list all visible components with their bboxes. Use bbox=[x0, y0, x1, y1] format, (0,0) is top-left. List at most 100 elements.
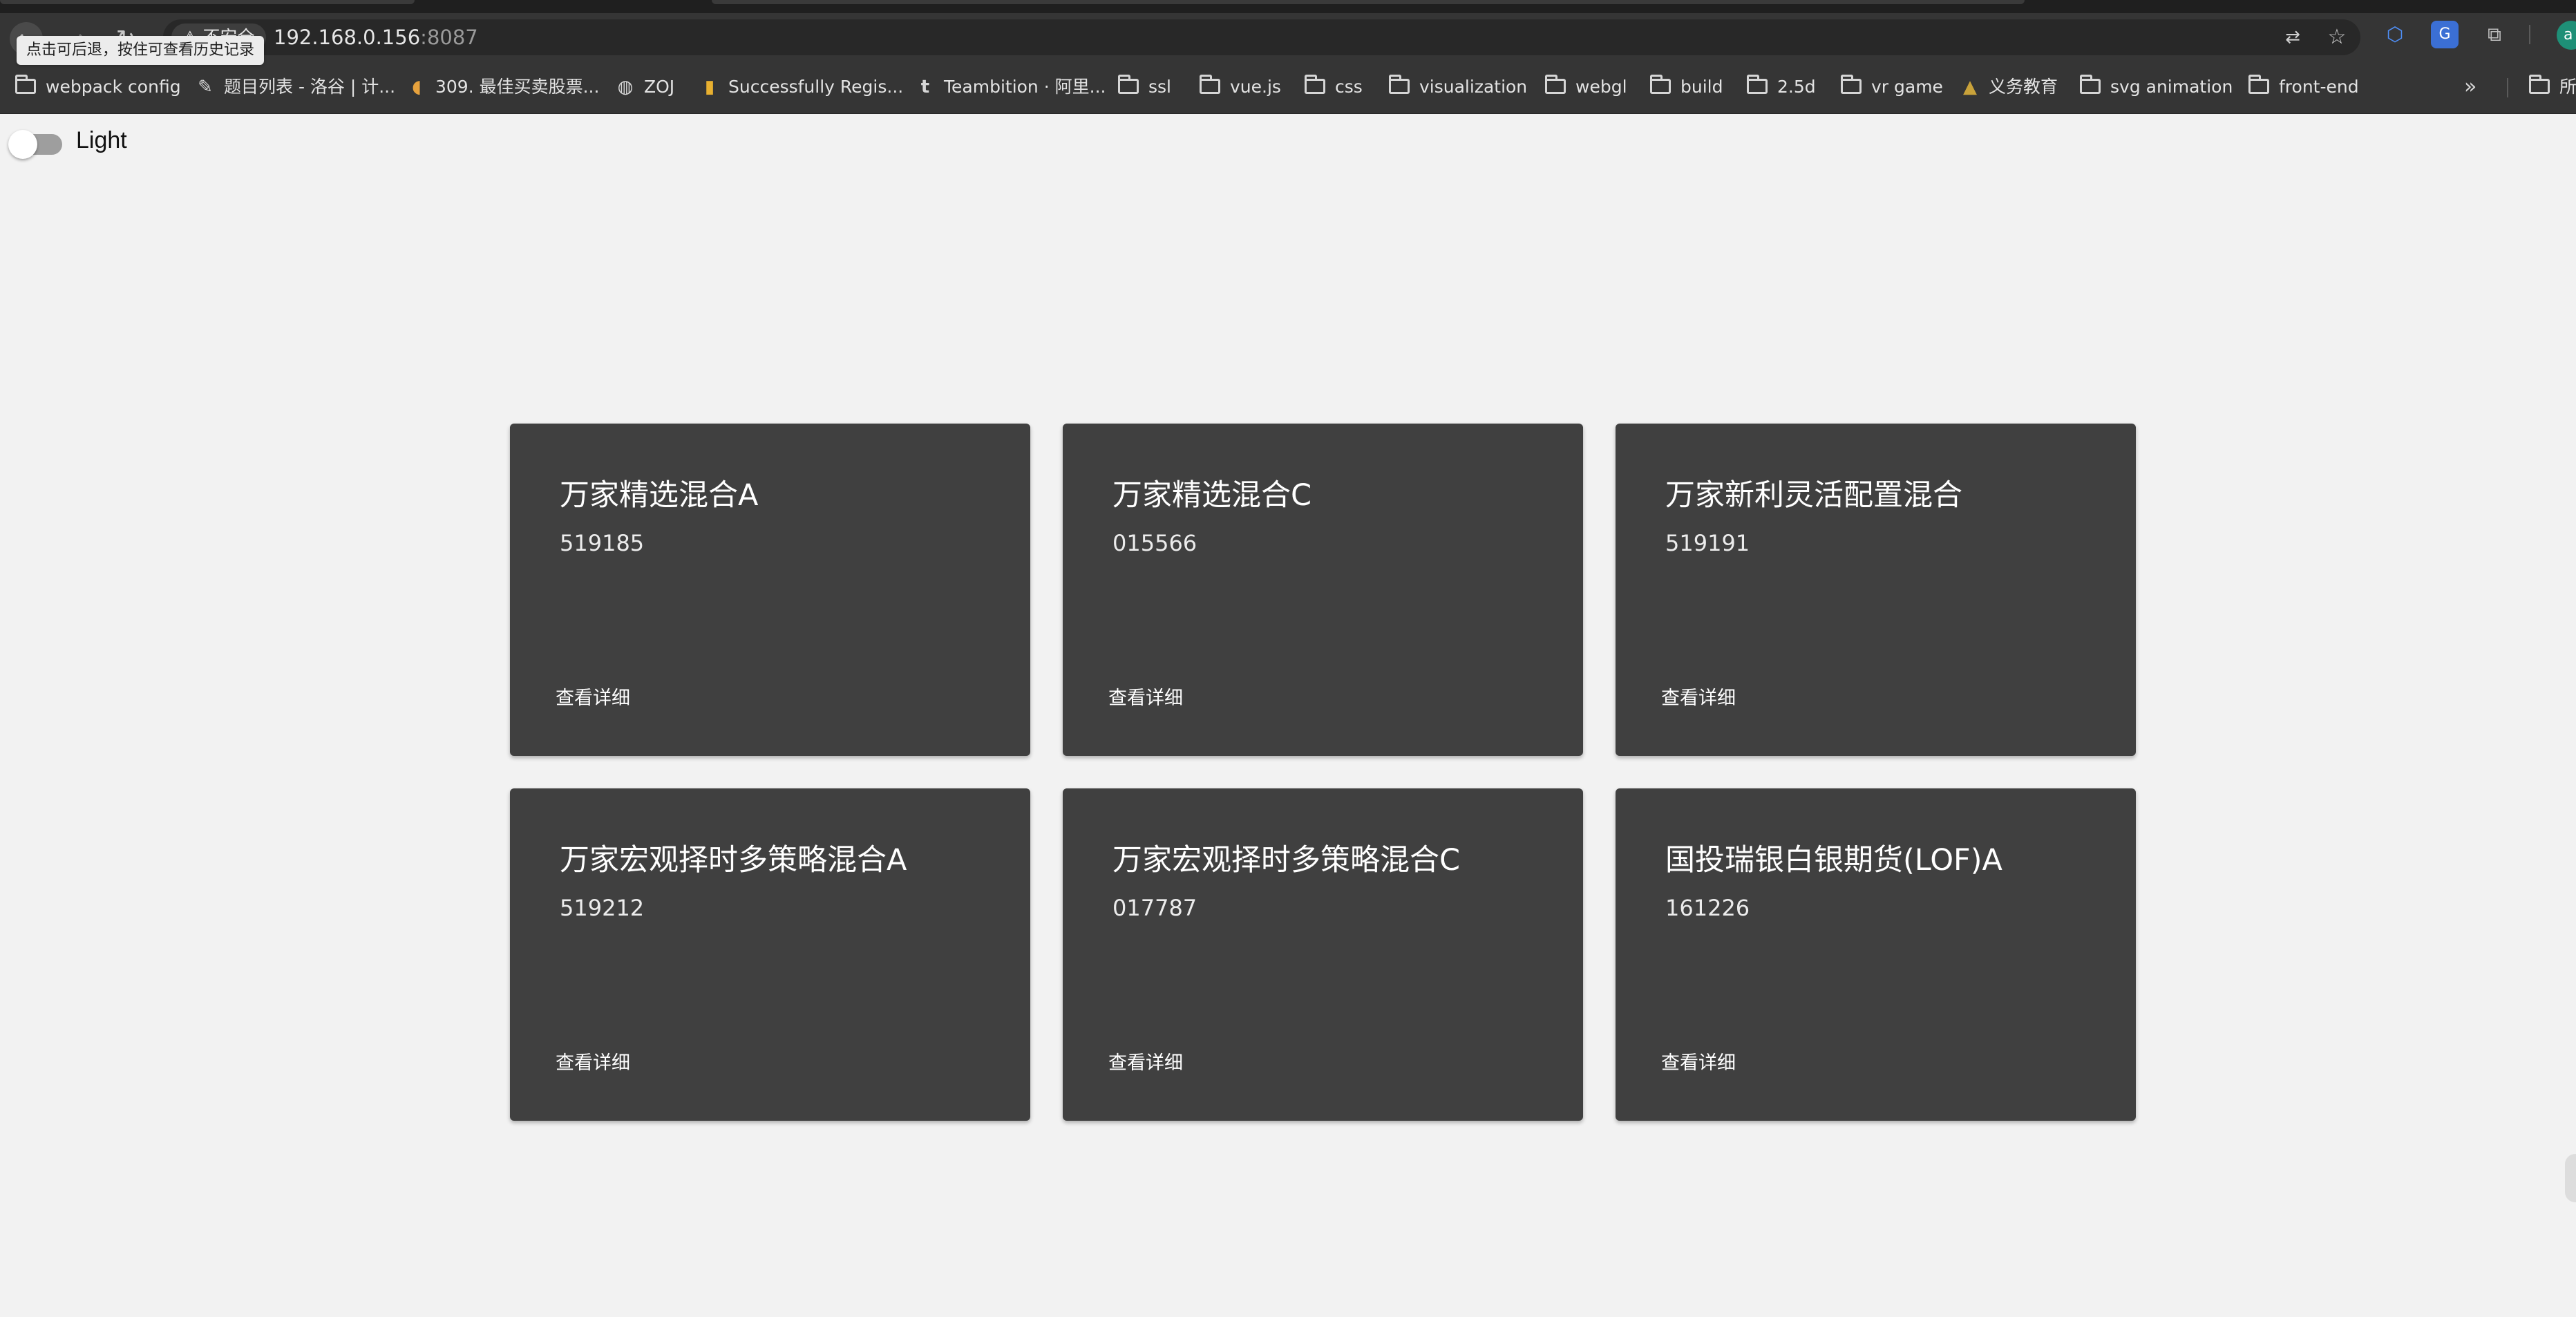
bookmark-item[interactable]: css bbox=[1305, 60, 1363, 114]
bookmark-label: ZOJ bbox=[644, 77, 675, 97]
star-icon[interactable]: ☆ bbox=[2324, 25, 2349, 50]
profile-avatar[interactable]: a bbox=[2557, 21, 2576, 50]
fund-card: 万家精选混合A 519185 查看详细 bbox=[510, 424, 1030, 756]
bookmark-item[interactable]: front-end bbox=[2248, 60, 2359, 114]
scroll-edge-indicator bbox=[2565, 1154, 2576, 1202]
fund-name: 万家精选混合A bbox=[560, 478, 759, 513]
bookmark-item[interactable]: build bbox=[1650, 60, 1723, 114]
theme-toggle-label: Light bbox=[76, 127, 127, 153]
view-details-button[interactable]: 查看详细 bbox=[547, 1044, 638, 1083]
bookmark-item[interactable]: visualization bbox=[1389, 60, 1527, 114]
folder-icon bbox=[1747, 75, 1768, 94]
url-text[interactable]: 192.168.0.156:8087 bbox=[274, 19, 478, 55]
bookmark-label: webgl bbox=[1575, 77, 1627, 97]
bookmarks-bar: webpack config ✎ 题目列表 - 洛谷 | 计... ◖ 309. 最… bbox=[0, 60, 2576, 114]
tab-edge[interactable] bbox=[0, 0, 415, 4]
luogu-favicon-icon: ✎ bbox=[198, 77, 213, 97]
bookmark-item[interactable]: ◖ 309. 最佳买卖股票... bbox=[405, 60, 599, 114]
url-host: 192.168.0.156 bbox=[274, 26, 421, 49]
fund-card: 万家新利灵活配置混合 519191 查看详细 bbox=[1616, 424, 2136, 756]
bookmark-item[interactable]: ssl bbox=[1118, 60, 1171, 114]
bookmark-item[interactable]: svg animation bbox=[2080, 60, 2233, 114]
folder-icon bbox=[1841, 75, 1862, 94]
fund-code: 519185 bbox=[560, 530, 645, 556]
bookmark-label: vr game bbox=[1871, 77, 1943, 97]
address-bar[interactable]: ⚠不安全 192.168.0.156:8087 ⇄ ☆ bbox=[163, 19, 2360, 55]
folder-icon bbox=[2529, 75, 2550, 94]
bookmark-label: css bbox=[1335, 77, 1363, 97]
chevron-double-right-icon[interactable]: » bbox=[2464, 60, 2476, 114]
bookmark-item[interactable]: webgl bbox=[1545, 60, 1627, 114]
translate-icon[interactable]: ⇄ bbox=[2280, 25, 2305, 50]
hat-favicon-icon: ▲ bbox=[1963, 77, 1977, 97]
fund-card-grid: 万家精选混合A 519185 查看详细 万家精选混合C 015566 查看详细 … bbox=[510, 424, 2136, 1121]
folder-icon bbox=[1200, 75, 1220, 94]
bookmark-label: svg animation bbox=[2110, 77, 2233, 97]
globe-icon: ◍ bbox=[617, 77, 634, 97]
folder-icon bbox=[1118, 75, 1139, 94]
tab-strip bbox=[0, 0, 2576, 13]
bookmark-label: visualization bbox=[1419, 77, 1528, 97]
bar-chart-favicon-icon: ▮ bbox=[704, 77, 715, 97]
fund-code: 519212 bbox=[560, 895, 645, 921]
fund-code: 017787 bbox=[1112, 895, 1197, 921]
fund-name: 万家新利灵活配置混合 bbox=[1665, 478, 1962, 513]
back-tooltip: 点击可后退，按住可查看历史记录 bbox=[17, 36, 265, 65]
bookmark-item[interactable]: 2.5d bbox=[1747, 60, 1816, 114]
folder-icon bbox=[2248, 75, 2269, 94]
fund-card: 国投瑞银白银期货(LOF)A 161226 查看详细 bbox=[1616, 788, 2136, 1121]
fund-code: 161226 bbox=[1665, 895, 1750, 921]
bookmark-label: 309. 最佳买卖股票... bbox=[435, 77, 600, 97]
extension-cube-icon[interactable]: ⬡ bbox=[2381, 21, 2409, 48]
folder-icon bbox=[1650, 75, 1671, 94]
toolbar-divider bbox=[2529, 25, 2530, 44]
extensions-puzzle-icon[interactable]: ⧉ bbox=[2481, 21, 2508, 48]
view-details-button[interactable]: 查看详细 bbox=[1100, 679, 1191, 718]
folder-icon bbox=[15, 75, 36, 94]
bookmark-label: ssl bbox=[1148, 77, 1171, 97]
bookmark-label: 2.5d bbox=[1777, 77, 1816, 97]
folder-icon bbox=[1305, 75, 1325, 94]
folder-icon bbox=[1545, 75, 1566, 94]
fund-name: 万家精选混合C bbox=[1112, 478, 1312, 513]
folder-icon bbox=[2080, 75, 2101, 94]
view-details-button[interactable]: 查看详细 bbox=[1100, 1044, 1191, 1083]
bookmark-item[interactable]: webpack config bbox=[15, 60, 181, 114]
bookmark-item[interactable]: vr game bbox=[1841, 60, 1943, 114]
fund-card: 万家宏观择时多策略混合C 017787 查看详细 bbox=[1063, 788, 1583, 1121]
fund-card: 万家宏观择时多策略混合A 519212 查看详细 bbox=[510, 788, 1030, 1121]
bookmark-label: Teambition · 阿里... bbox=[944, 77, 1106, 97]
bookmark-label: front-end bbox=[2279, 77, 2359, 97]
folder-icon bbox=[1389, 75, 1410, 94]
bookmark-label: 题目列表 - 洛谷 | 计... bbox=[224, 77, 396, 97]
bookmark-item[interactable]: t Teambition · 阿里... bbox=[913, 60, 1106, 114]
bookmark-label: 义务教育 bbox=[1989, 77, 2058, 97]
view-details-button[interactable]: 查看详细 bbox=[547, 679, 638, 718]
bookmark-item[interactable]: ✎ 题目列表 - 洛谷 | 计... bbox=[193, 60, 395, 114]
fund-code: 015566 bbox=[1112, 530, 1197, 556]
fund-code: 519191 bbox=[1665, 530, 1750, 556]
bookmark-label: webpack config bbox=[46, 77, 181, 97]
browser-toolbar: ← → ↻ ⚠不安全 192.168.0.156:8087 ⇄ ☆ ⬡ G ⧉ … bbox=[0, 13, 2576, 60]
bookmark-label: Successfully Regis... bbox=[728, 77, 904, 97]
leetcode-favicon-icon: ◖ bbox=[412, 77, 422, 97]
url-port: :8087 bbox=[420, 26, 478, 49]
bookmark-label: 所 bbox=[2559, 77, 2576, 97]
bookmarks-divider bbox=[2507, 78, 2508, 97]
fund-name: 国投瑞银白银期货(LOF)A bbox=[1665, 843, 2002, 878]
view-details-button[interactable]: 查看详细 bbox=[1653, 679, 1744, 718]
bookmark-item[interactable]: vue.js bbox=[1200, 60, 1281, 114]
bookmark-item[interactable]: ▲ 义务教育 bbox=[1958, 60, 2058, 114]
tab-edge[interactable] bbox=[712, 0, 2025, 4]
bookmark-item[interactable]: ◍ ZOJ bbox=[614, 60, 675, 114]
teambition-favicon-icon: t bbox=[920, 77, 930, 97]
fund-name: 万家宏观择时多策略混合C bbox=[1112, 843, 1461, 878]
view-details-button[interactable]: 查看详细 bbox=[1653, 1044, 1744, 1083]
avatar-letter: a bbox=[2564, 26, 2573, 44]
bookmark-item[interactable]: 所 bbox=[2529, 60, 2576, 114]
toggle-thumb bbox=[8, 130, 37, 159]
google-translate-icon[interactable]: G bbox=[2431, 21, 2459, 48]
bookmark-item[interactable]: ▮ Successfully Regis... bbox=[698, 60, 903, 114]
fund-card: 万家精选混合C 015566 查看详细 bbox=[1063, 424, 1583, 756]
bookmark-label: build bbox=[1680, 77, 1723, 97]
